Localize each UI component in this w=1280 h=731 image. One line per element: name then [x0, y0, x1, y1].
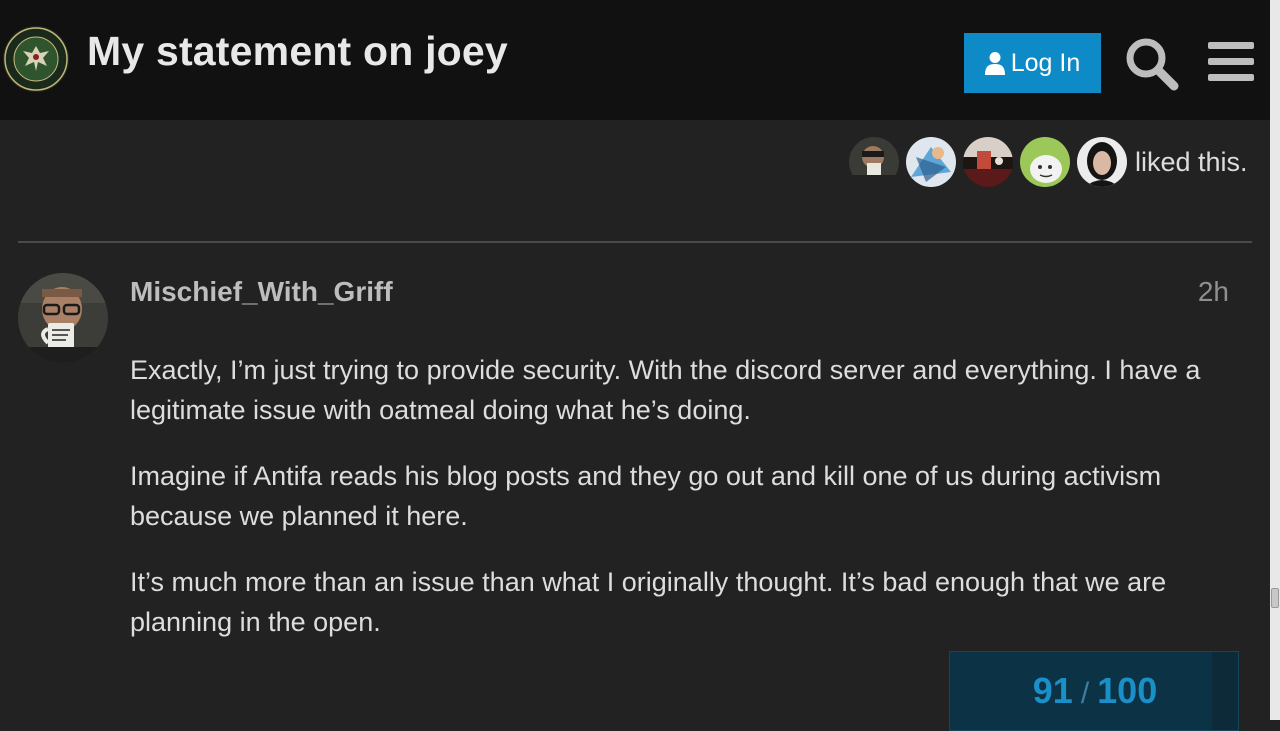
- man-with-mug-avatar-icon: [18, 273, 108, 363]
- hamburger-menu-button[interactable]: [1208, 40, 1254, 84]
- liker-avatar-4[interactable]: [1020, 137, 1070, 187]
- man-with-mug-avatar-icon: [849, 137, 899, 187]
- eagle-seal-icon: [4, 27, 68, 91]
- progress-total: 100: [1097, 670, 1158, 711]
- post-author-avatar[interactable]: [18, 273, 108, 363]
- progress-separator: /: [1080, 677, 1090, 710]
- post-date[interactable]: 2h: [1198, 276, 1229, 308]
- user-icon: [984, 52, 1005, 75]
- site-header: My statement on joey Log In: [0, 0, 1270, 120]
- search-icon: [1126, 38, 1179, 91]
- search-button[interactable]: [1124, 36, 1180, 92]
- post-paragraph: It’s much more than an issue than what I…: [130, 567, 1167, 637]
- liker-avatar-2[interactable]: [906, 137, 956, 187]
- blue-abstract-avatar-icon: [906, 137, 956, 187]
- post-body: Exactly, I’m just trying to provide secu…: [130, 350, 1230, 668]
- liker-avatar-1[interactable]: [849, 137, 899, 187]
- login-label: Log In: [1010, 48, 1081, 77]
- woman-portrait-avatar-icon: [1077, 137, 1127, 187]
- liked-this-text: liked this.: [1135, 146, 1248, 177]
- red-room-avatar-icon: [963, 137, 1013, 187]
- likes-summary: liked this.: [849, 136, 1248, 188]
- site-logo[interactable]: [3, 26, 69, 92]
- liker-avatar-3[interactable]: [963, 137, 1013, 187]
- frog-avatar-icon: [1020, 137, 1070, 187]
- post-username[interactable]: Mischief_With_Griff: [130, 276, 393, 308]
- page-scrollbar[interactable]: [1270, 0, 1280, 720]
- post-divider: [18, 241, 1252, 243]
- topic-title[interactable]: My statement on joey: [87, 28, 508, 75]
- topic-progress-indicator[interactable]: 91/100: [949, 651, 1239, 731]
- post-paragraph: Exactly, I’m just trying to provide secu…: [130, 355, 1201, 425]
- post-paragraph: Imagine if Antifa reads his blog posts a…: [130, 461, 1162, 531]
- login-button[interactable]: Log In: [964, 33, 1101, 93]
- progress-text: 91/100: [950, 670, 1240, 712]
- liker-avatar-5[interactable]: [1077, 137, 1127, 187]
- hamburger-menu-icon: [1208, 42, 1254, 81]
- progress-current: 91: [1032, 670, 1073, 711]
- scrollbar-thumb[interactable]: [1271, 588, 1279, 608]
